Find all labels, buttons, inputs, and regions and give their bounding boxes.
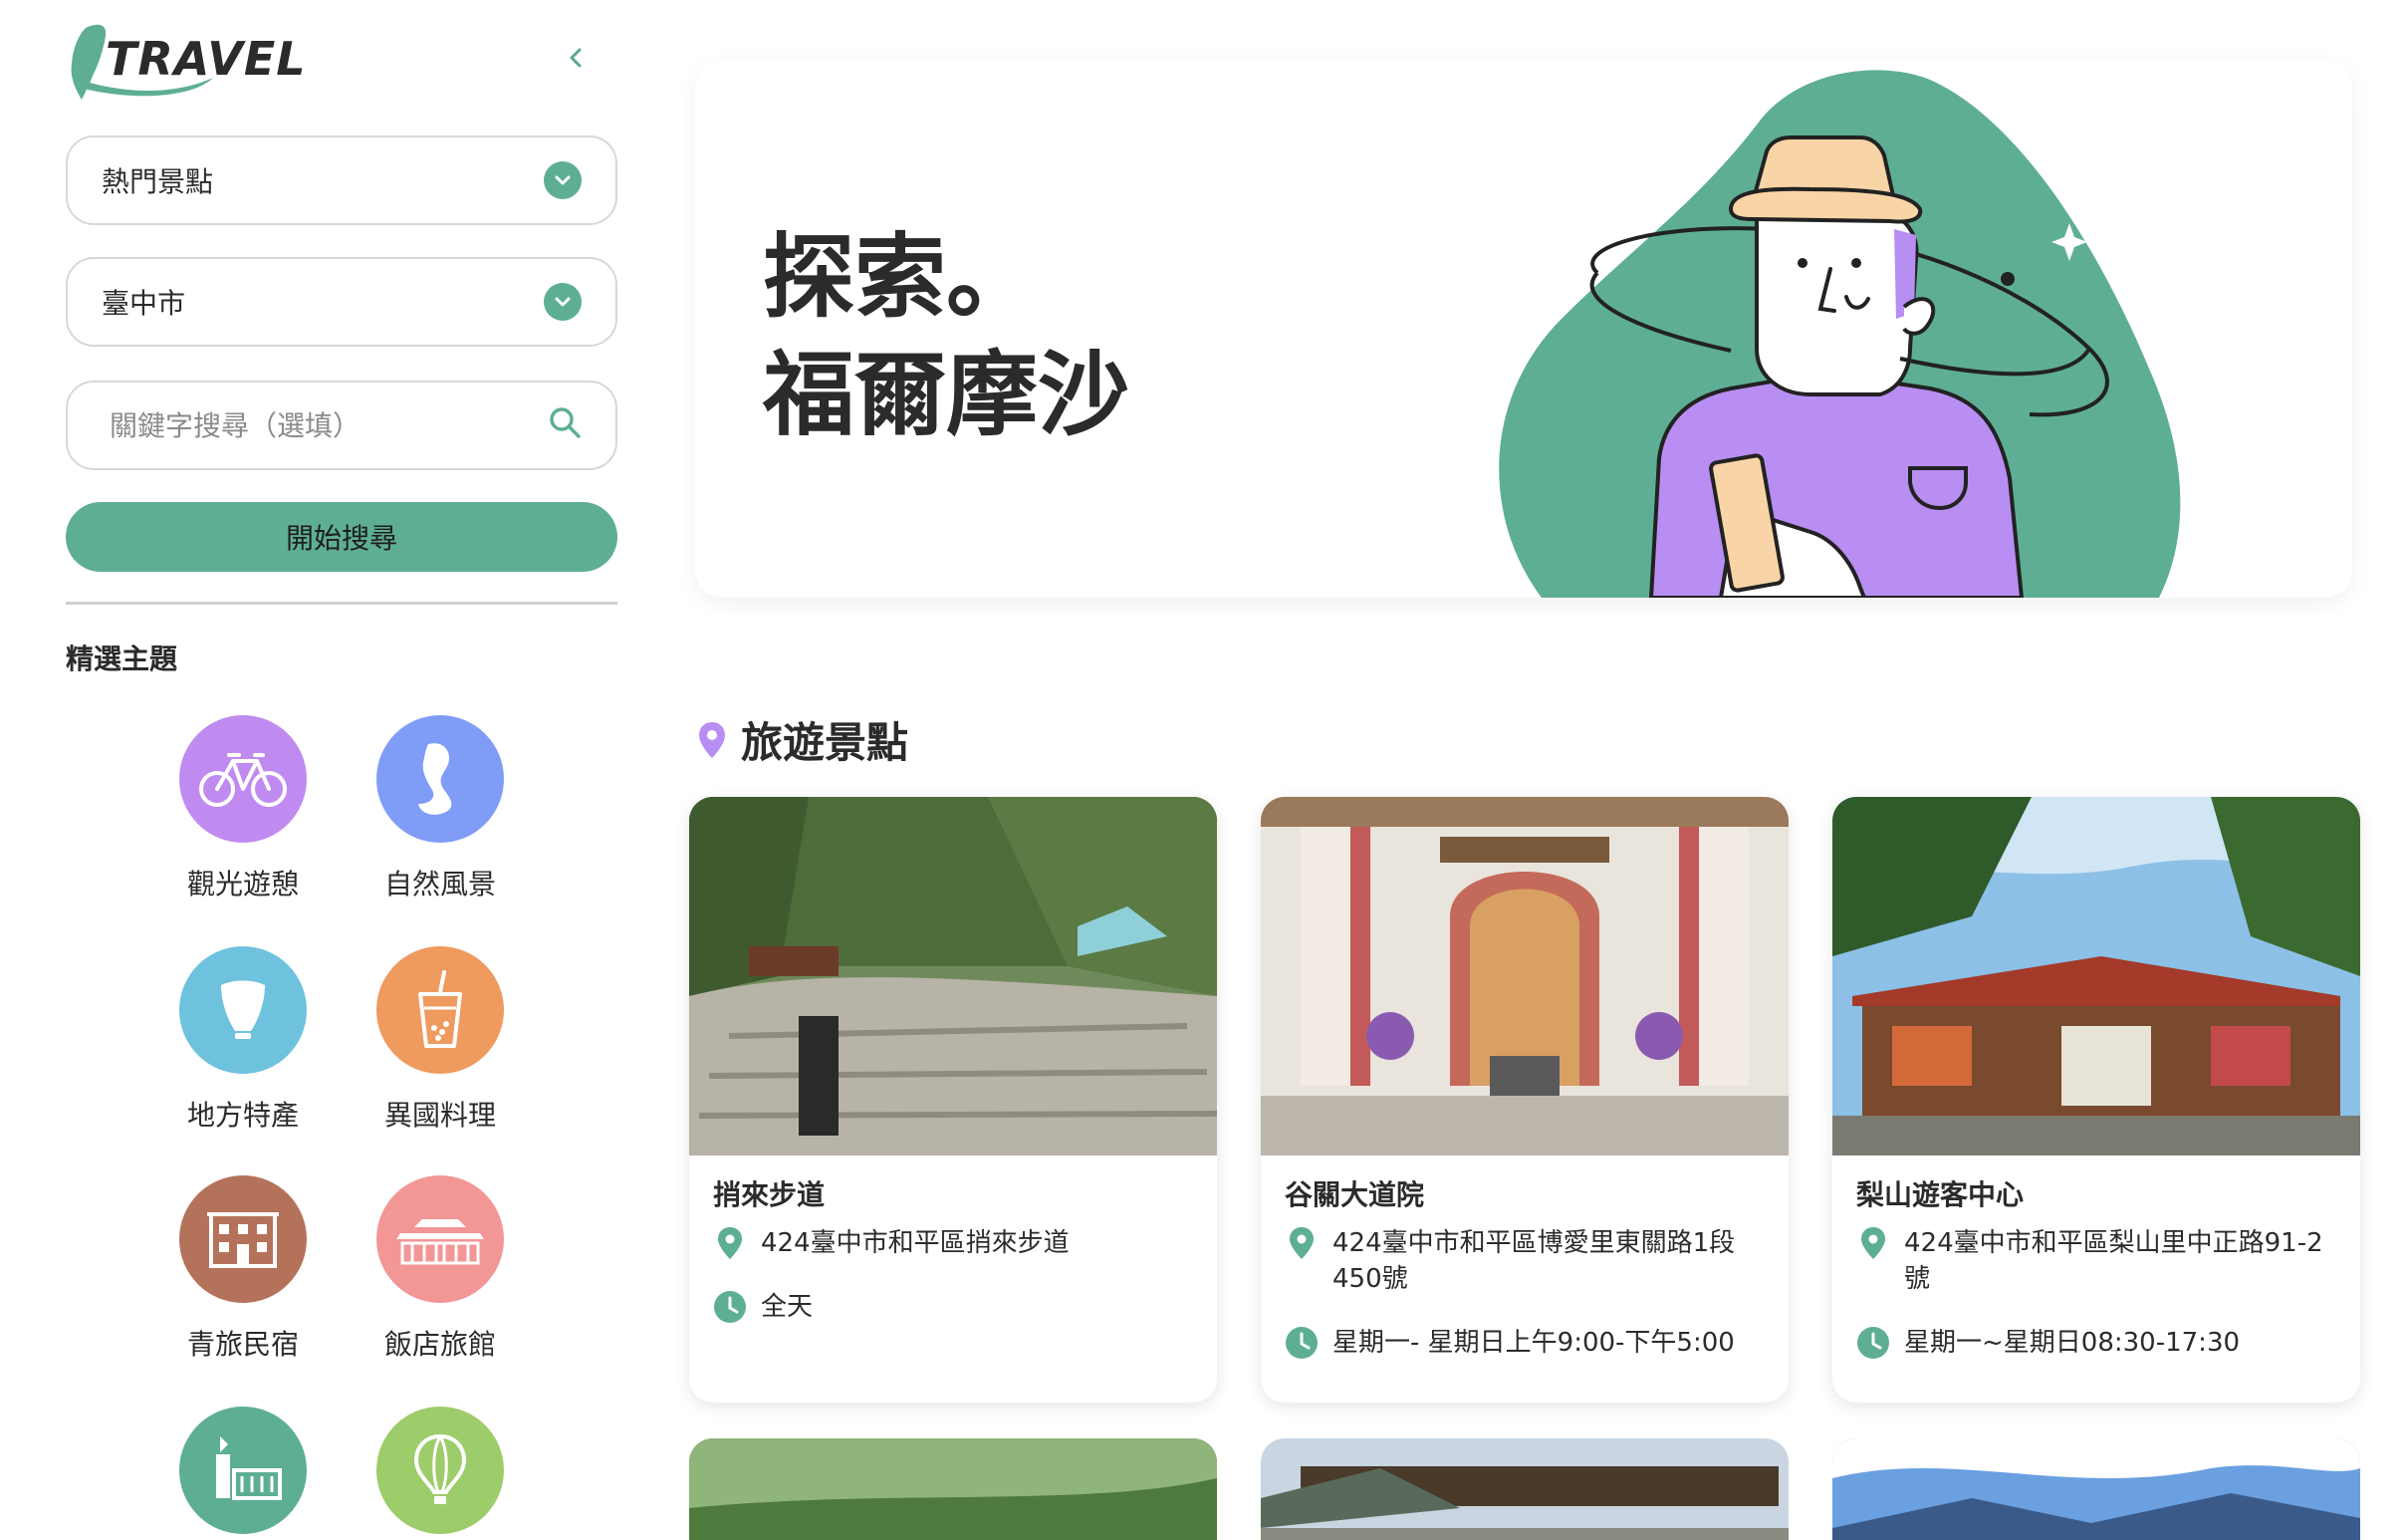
- attraction-card[interactable]: 梨山遊客中心 424臺中市和平區梨山里中正路91-2號 星期一~星期日08:30…: [1832, 797, 2360, 1403]
- attraction-address: 424臺中市和平區博愛里東關路1段450號: [1332, 1228, 1736, 1294]
- theme-label: 自然風景: [383, 868, 496, 900]
- attraction-hours-row: 星期一- 星期日上午9:00-下午5:00: [1285, 1325, 1769, 1361]
- category-select-value: 熱門景點: [102, 165, 214, 198]
- theme-item-foreign-cuisine[interactable]: 異國料理: [361, 946, 520, 1134]
- theme-label: 異國料理: [383, 1099, 496, 1132]
- keyword-search-input[interactable]: [110, 408, 548, 442]
- chevron-down-icon: [544, 161, 582, 199]
- attraction-card[interactable]: [1832, 1438, 2360, 1540]
- landscape-icon: [376, 715, 504, 843]
- city-select-value: 臺中市: [102, 287, 186, 320]
- sidebar: TRAVEL 熱門景點 臺中市 關鍵字搜尋（選填） 開始搜尋 精選主題 觀光遊憩…: [0, 0, 687, 1540]
- attraction-card[interactable]: [1261, 1438, 1789, 1540]
- theme-label: 地方特產: [186, 1099, 299, 1132]
- attraction-hours: 星期一- 星期日上午9:00-下午5:00: [1332, 1328, 1735, 1358]
- lantern-icon: [179, 946, 307, 1074]
- attraction-title: 捎來步道: [713, 1178, 826, 1211]
- attraction-hours-row: 星期一~星期日08:30-17:30: [1856, 1325, 2340, 1361]
- search-icon[interactable]: [548, 405, 582, 446]
- city-select[interactable]: 臺中市: [66, 257, 617, 347]
- attraction-card[interactable]: [689, 1438, 1217, 1540]
- attraction-address: 424臺中市和平區捎來步道: [761, 1228, 1070, 1258]
- theme-item-7[interactable]: [163, 1407, 323, 1534]
- bicycle-icon: [179, 715, 307, 843]
- theme-item-hostel[interactable]: 青旅民宿: [163, 1175, 323, 1363]
- theme-item-hotel[interactable]: 飯店旅館: [361, 1175, 520, 1363]
- clock-icon: [1285, 1325, 1319, 1361]
- hot-air-balloon-icon: [376, 1407, 504, 1534]
- location-pin-icon: [1285, 1225, 1319, 1261]
- collapse-sidebar-button[interactable]: [558, 40, 594, 76]
- attraction-photo: [689, 1438, 1217, 1540]
- attraction-address-row: 424臺中市和平區博愛里東關路1段450號: [1285, 1225, 1769, 1297]
- logo-text: TRAVEL: [106, 32, 307, 86]
- attractions-heading-text: 旅遊景點: [741, 718, 909, 767]
- chevron-left-icon: [570, 48, 582, 68]
- keyword-search-field: [66, 381, 617, 470]
- location-pin-icon: [1856, 1225, 1890, 1261]
- attraction-card[interactable]: 谷關大道院 424臺中市和平區博愛里東關路1段450號 星期一- 星期日上午9:…: [1261, 797, 1789, 1403]
- clock-icon: [1856, 1325, 1890, 1361]
- location-pin-icon: [699, 721, 725, 758]
- attraction-photo: [1832, 797, 2360, 1155]
- hero-banner: 探索。 福爾摩沙: [695, 60, 2352, 598]
- attraction-photo: [1261, 1438, 1789, 1540]
- location-pin-icon: [713, 1225, 747, 1261]
- attraction-card[interactable]: 捎來步道 424臺中市和平區捎來步道 全天: [689, 797, 1217, 1403]
- attraction-hours: 星期一~星期日08:30-17:30: [1904, 1328, 2241, 1358]
- attraction-address-row: 424臺中市和平區梨山里中正路91-2號: [1856, 1225, 2340, 1297]
- theme-item-sightseeing[interactable]: 觀光遊憩: [163, 715, 323, 902]
- chevron-down-icon: [544, 283, 582, 321]
- attraction-hours: 全天: [761, 1292, 814, 1322]
- attraction-photo: [1832, 1438, 2360, 1540]
- attraction-photo: [689, 797, 1217, 1155]
- hostel-building-icon: [179, 1175, 307, 1303]
- theme-item-8[interactable]: [361, 1407, 520, 1534]
- attraction-title: 谷關大道院: [1285, 1178, 1425, 1211]
- bubble-tea-icon: [376, 946, 504, 1074]
- clock-icon: [713, 1289, 747, 1325]
- attraction-address-row: 424臺中市和平區捎來步道: [713, 1225, 1197, 1261]
- traveler-illustration: [1499, 70, 2181, 598]
- theme-label: 飯店旅館: [383, 1328, 496, 1361]
- theme-item-local-specialty[interactable]: 地方特產: [163, 946, 323, 1134]
- theme-item-nature[interactable]: 自然風景: [361, 715, 520, 902]
- travel-logo[interactable]: TRAVEL: [64, 18, 306, 108]
- theme-label: 青旅民宿: [186, 1328, 299, 1361]
- category-select[interactable]: 熱門景點: [66, 135, 617, 225]
- attraction-address: 424臺中市和平區梨山里中正路91-2號: [1904, 1228, 2323, 1294]
- divider: [66, 602, 617, 605]
- lighthouse-icon: [179, 1407, 307, 1534]
- attraction-photo: [1261, 797, 1789, 1155]
- page: TRAVEL 熱門景點 臺中市 關鍵字搜尋（選填） 開始搜尋 精選主題 觀光遊憩…: [0, 0, 2408, 1540]
- hotel-temple-icon: [376, 1175, 504, 1303]
- themes-title: 精選主題: [66, 642, 178, 675]
- attractions-heading: 旅遊景點: [697, 709, 908, 770]
- attraction-title: 梨山遊客中心: [1856, 1178, 2025, 1211]
- theme-label: 觀光遊憩: [186, 868, 299, 900]
- start-search-button[interactable]: 開始搜尋: [66, 502, 617, 572]
- attraction-hours-row: 全天: [713, 1289, 1197, 1325]
